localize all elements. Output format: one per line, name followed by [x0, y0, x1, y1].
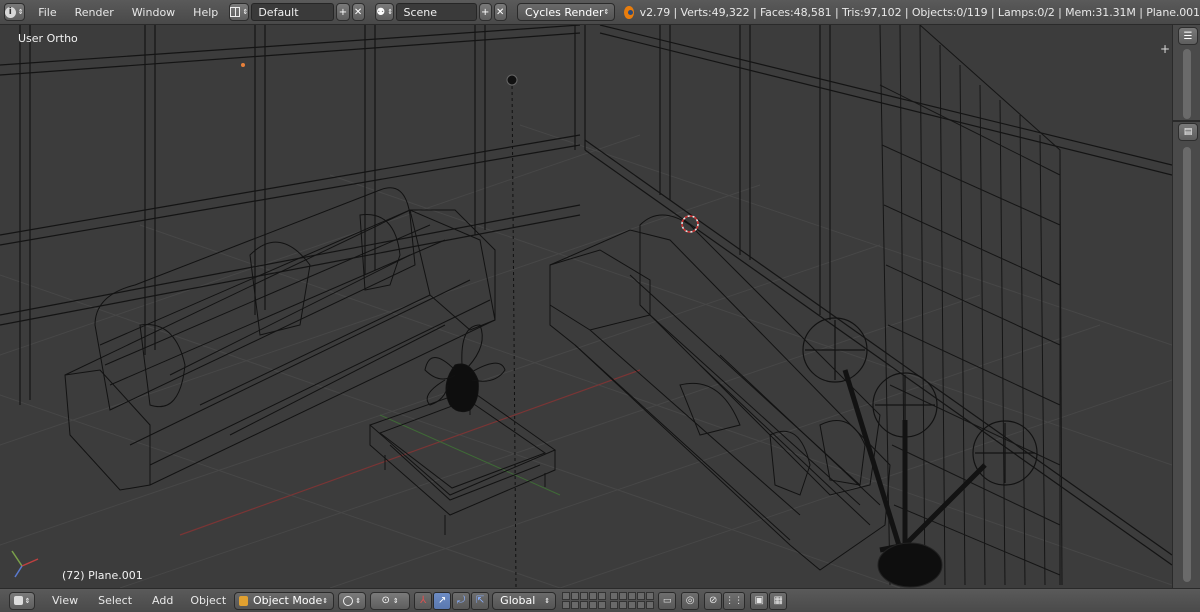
viewport-shading-dropdown[interactable]: ⇕: [338, 591, 367, 610]
add-layout-button[interactable]: +: [336, 3, 350, 21]
manipulator-toggle-button[interactable]: ⅄: [414, 591, 433, 610]
screen-layout-field[interactable]: Default: [251, 3, 335, 21]
layer-icon: ▭: [662, 595, 672, 606]
delete-layout-button[interactable]: ✕: [351, 3, 365, 21]
plus-icon: +: [481, 6, 490, 18]
active-object-label: (72) Plane.001: [62, 569, 143, 582]
blender-logo-icon: [624, 5, 634, 19]
menu-select[interactable]: Select: [89, 594, 143, 607]
properties-editor-button[interactable]: ▤: [1178, 123, 1198, 141]
right-side-strip: ☰ ▤: [1172, 25, 1200, 588]
lamp-icon: [506, 74, 518, 86]
chevron-updown-icon: ⇕: [322, 596, 329, 605]
editor-type-button[interactable]: ⇕: [9, 591, 35, 610]
menu-help[interactable]: Help: [184, 6, 227, 19]
scrollbar[interactable]: [1183, 147, 1191, 582]
rotate-manipulator-button[interactable]: ⤾: [452, 591, 471, 610]
menu-window[interactable]: Window: [123, 6, 184, 19]
view-name-label: User Ortho: [18, 32, 78, 45]
floor-lamp-wireframe: [802, 317, 1038, 566]
chevron-updown-icon: ⇕: [544, 596, 551, 605]
arrow-icon: ↗: [437, 595, 447, 606]
menu-add[interactable]: Add: [143, 594, 182, 607]
manipulator-icon: ⅄: [420, 595, 427, 606]
layer-lock-button[interactable]: ▭: [658, 591, 677, 610]
camera-icon: ▣: [754, 595, 764, 606]
cube-icon: [13, 596, 23, 605]
snap-element-dropdown[interactable]: ⋮⋮: [723, 591, 746, 610]
render-engine-label: Cycles Render: [525, 5, 604, 19]
chevron-updown-icon: ⇕: [392, 596, 399, 605]
scene-layers-grid-2[interactable]: [610, 592, 655, 609]
axis-gizmo-icon: [11, 550, 39, 578]
pivot-icon: ⊙: [381, 595, 390, 606]
menu-file[interactable]: File: [29, 6, 65, 19]
scale-icon: ⇱: [475, 595, 485, 606]
outliner-editor-button[interactable]: ☰: [1178, 27, 1198, 45]
chevron-updown-icon: ⇕: [24, 596, 31, 605]
3d-viewport[interactable]: User Ortho (72) Plane.001 +: [0, 25, 1172, 588]
orientation-label: Global: [500, 594, 536, 607]
scene-icon: ⚉: [376, 6, 386, 18]
floor-lamp-base: [877, 542, 943, 588]
proportional-icon: ◎: [685, 595, 695, 606]
rotate-icon: ⤾: [457, 595, 466, 606]
opengl-render-animation-button[interactable]: ▦: [769, 591, 788, 610]
scene-layers-grid[interactable]: [562, 592, 607, 609]
pivot-point-dropdown[interactable]: ⊙ ⇕: [370, 591, 411, 610]
origin-dot: [241, 63, 245, 67]
transform-orientation-dropdown[interactable]: Global ⇕: [492, 591, 557, 610]
menu-view[interactable]: View: [41, 594, 89, 607]
snap-toggle-button[interactable]: ⊘: [704, 591, 723, 610]
opengl-render-image-button[interactable]: ▣: [750, 591, 769, 610]
layout-grid-icon: [230, 7, 241, 17]
object-mode-cube-icon: [239, 595, 248, 606]
viewport-canvas: [0, 25, 1172, 588]
list-icon: ☰: [1183, 30, 1193, 42]
menu-object[interactable]: Object: [182, 594, 234, 607]
screen-layout-browse-button[interactable]: ⇕: [229, 3, 250, 21]
clapboard-icon: ▦: [773, 595, 783, 606]
snap-increment-icon: ⋮⋮: [725, 595, 744, 606]
x-axis-line: [179, 369, 641, 536]
editor-type-button[interactable]: i ⇕: [3, 3, 25, 21]
render-engine-dropdown[interactable]: Cycles Render ⇕: [517, 3, 616, 21]
mode-label: Object Mode: [253, 594, 323, 607]
scene-statistics: v2.79 | Verts:49,322 | Faces:48,581 | Tr…: [639, 5, 1200, 19]
menu-render[interactable]: Render: [66, 6, 123, 19]
y-axis-line: [379, 414, 561, 496]
chevron-updown-icon: ⇕: [17, 8, 24, 16]
magnet-icon: ⊘: [708, 595, 718, 606]
proportional-editing-button[interactable]: ◎: [681, 591, 700, 610]
wireframe-sphere-icon: [343, 595, 354, 606]
scale-manipulator-button[interactable]: ⇱: [471, 591, 490, 610]
translate-manipulator-button[interactable]: ↗: [433, 591, 452, 610]
info-icon: i: [4, 6, 16, 18]
close-icon: ✕: [353, 6, 363, 18]
chevron-updown-icon: ⇕: [387, 8, 394, 16]
delete-scene-button[interactable]: ✕: [493, 3, 507, 21]
scene-browse-button[interactable]: ⚉ ⇕: [374, 3, 395, 21]
close-icon: ✕: [496, 6, 505, 18]
plus-icon[interactable]: +: [1160, 42, 1170, 56]
scene-field[interactable]: Scene: [396, 3, 477, 21]
info-header: i ⇕ File Render Window Help ⇕ Default + …: [0, 0, 1200, 25]
properties-icon: ▤: [1183, 127, 1193, 137]
chevron-updown-icon: ⇕: [603, 8, 610, 16]
chevron-updown-icon: ⇕: [355, 596, 362, 605]
plus-icon: +: [338, 6, 348, 18]
chevron-updown-icon: ⇕: [242, 8, 249, 16]
3d-view-header: ⇕ View Select Add Object Object Mode ⇕ ⇕…: [0, 588, 1200, 612]
scrollbar[interactable]: [1183, 49, 1191, 119]
add-scene-button[interactable]: +: [478, 3, 492, 21]
interaction-mode-dropdown[interactable]: Object Mode ⇕: [234, 591, 335, 610]
